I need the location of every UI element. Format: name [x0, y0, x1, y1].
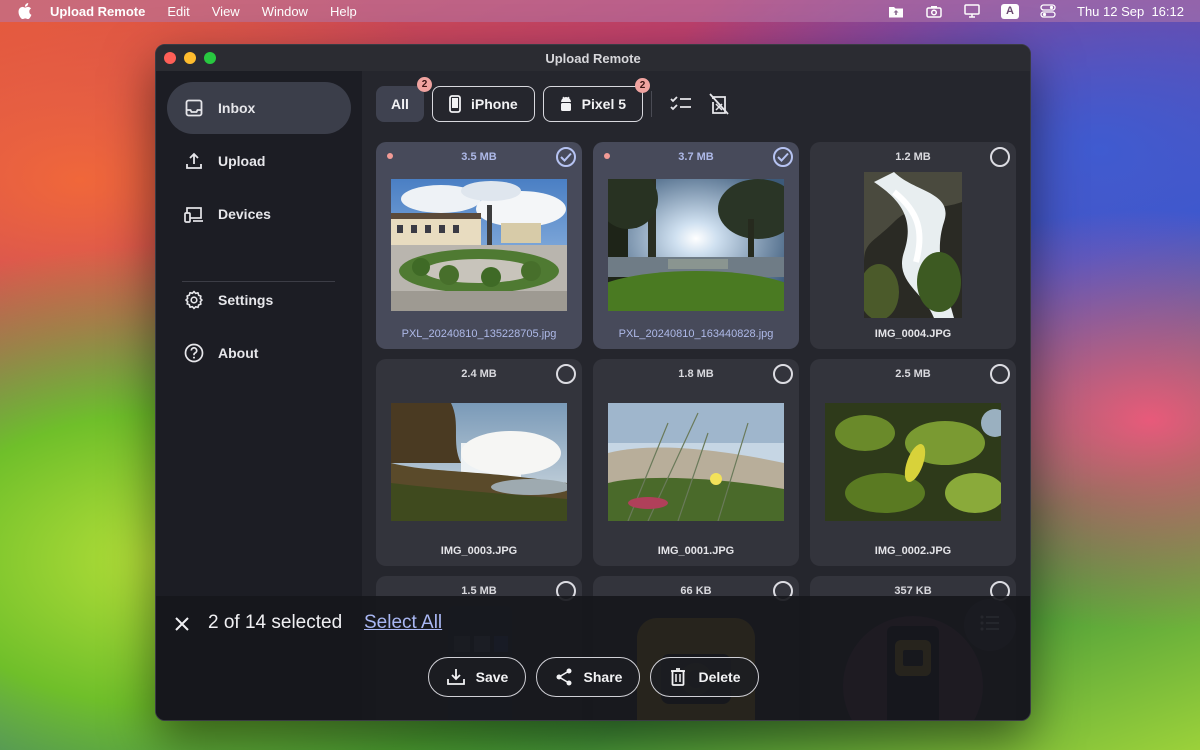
- file-size: 1.8 MB: [678, 368, 714, 380]
- file-name: PXL_20240810_163440828.jpg: [618, 328, 774, 340]
- menu-bar: Upload Remote Edit View Window Help A Th…: [0, 0, 1200, 22]
- delete-label: Delete: [698, 669, 741, 685]
- toolbar-divider: [651, 91, 653, 117]
- check-circle-icon[interactable]: [556, 147, 576, 167]
- file-name: IMG_0004.JPG: [874, 328, 952, 340]
- filter-all-label: All: [391, 96, 409, 112]
- trash-icon: [668, 667, 688, 687]
- selection-circle-icon[interactable]: [990, 147, 1010, 167]
- selection-circle-icon[interactable]: [990, 364, 1010, 384]
- sidebar-item-inbox[interactable]: Inbox: [167, 82, 351, 134]
- selection-circle-icon[interactable]: [773, 364, 793, 384]
- filter-pixel-chip[interactable]: Pixel 5 2: [542, 78, 651, 122]
- save-button[interactable]: Save: [428, 657, 526, 697]
- new-count-badge: 2: [635, 78, 651, 93]
- file-size: 1.2 MB: [895, 151, 931, 163]
- gear-icon: [184, 290, 204, 310]
- select-mode-icon[interactable]: [669, 92, 693, 116]
- sidebar-item-upload[interactable]: Upload: [167, 135, 351, 187]
- filter-bar: All 2 iPhone Pixel 5 2: [376, 77, 738, 122]
- sidebar-item-devices[interactable]: Devices: [167, 188, 351, 240]
- filter-iphone-label: iPhone: [471, 96, 518, 112]
- file-size: 3.5 MB: [461, 151, 497, 163]
- menu-app-name[interactable]: Upload Remote: [50, 4, 145, 19]
- menu-window[interactable]: Window: [262, 4, 308, 19]
- sidebar-item-label: Inbox: [218, 100, 256, 116]
- selection-action-bar: 2 of 14 selected Select All Save Share D…: [156, 596, 1030, 720]
- close-icon[interactable]: [172, 614, 192, 634]
- selection-circle-icon[interactable]: [556, 364, 576, 384]
- menu-edit[interactable]: Edit: [167, 4, 189, 19]
- download-icon: [446, 667, 466, 687]
- share-button[interactable]: Share: [536, 657, 640, 697]
- sidebar-item-label: About: [218, 345, 259, 361]
- menu-help[interactable]: Help: [330, 4, 357, 19]
- file-size: 2.5 MB: [895, 368, 931, 380]
- file-size: 3.7 MB: [678, 151, 714, 163]
- android-icon: [558, 95, 574, 113]
- filter-iphone-chip[interactable]: iPhone: [432, 86, 535, 122]
- phone-icon: [447, 95, 463, 113]
- app-window: Upload Remote Inbox Upload Devices Setti…: [155, 44, 1031, 721]
- photo-thumbnail: [391, 403, 567, 521]
- filter-pixel-label: Pixel 5: [581, 96, 627, 112]
- zoom-window-button[interactable]: [204, 52, 216, 64]
- sidebar-item-label: Devices: [218, 206, 271, 222]
- clock[interactable]: Thu 12 Sep 16:12: [1077, 4, 1184, 19]
- share-icon: [554, 667, 574, 687]
- photo-thumbnail: [864, 172, 962, 318]
- window-controls: [164, 52, 216, 64]
- select-all-link[interactable]: Select All: [364, 612, 442, 634]
- menu-view[interactable]: View: [212, 4, 240, 19]
- sidebar-item-label: Settings: [218, 292, 274, 308]
- devices-icon: [184, 204, 204, 224]
- photo-card[interactable]: 2.5 MB IMG_0002.JPG: [810, 359, 1016, 566]
- photo-card[interactable]: 1.2 MB IMG_0004.JPG: [810, 142, 1016, 349]
- photo-card[interactable]: 2.4 MB IMG_0003.JPG: [376, 359, 582, 566]
- window-title: Upload Remote: [545, 50, 641, 66]
- inbox-icon: [184, 98, 204, 118]
- close-window-button[interactable]: [164, 52, 176, 64]
- hide-seen-icon[interactable]: [707, 92, 731, 116]
- control-center-icon[interactable]: [1039, 4, 1057, 18]
- share-label: Share: [583, 669, 623, 685]
- photo-card[interactable]: 3.5 MB PXL_20240810_135228705.jpg: [376, 142, 582, 349]
- photo-thumbnail: [391, 179, 567, 311]
- photo-thumbnail: [608, 403, 784, 521]
- filter-all-chip[interactable]: All 2: [376, 77, 432, 122]
- sidebar-item-about[interactable]: About: [167, 327, 351, 379]
- selection-count: 2 of 14 selected: [208, 612, 343, 633]
- screen-mirroring-icon[interactable]: [963, 4, 981, 18]
- keyboard-input-indicator[interactable]: A: [1001, 3, 1020, 19]
- file-name: IMG_0001.JPG: [657, 545, 735, 557]
- camera-icon[interactable]: [925, 4, 943, 18]
- photo-card[interactable]: 3.7 MB PXL_20240810_163440828.jpg: [593, 142, 799, 349]
- file-name: PXL_20240810_135228705.jpg: [401, 328, 557, 340]
- help-circle-icon: [184, 343, 204, 363]
- file-size: 2.4 MB: [461, 368, 497, 380]
- minimize-window-button[interactable]: [184, 52, 196, 64]
- save-label: Save: [475, 669, 509, 685]
- file-name: IMG_0002.JPG: [874, 545, 952, 557]
- sidebar-item-settings[interactable]: Settings: [167, 274, 351, 326]
- title-bar: Upload Remote: [156, 45, 1030, 71]
- delete-button[interactable]: Delete: [650, 657, 759, 697]
- upload-icon: [184, 151, 204, 171]
- apple-logo-icon[interactable]: [18, 3, 32, 19]
- photo-card[interactable]: 1.8 MB IMG_0001.JPG: [593, 359, 799, 566]
- sidebar-item-label: Upload: [218, 153, 266, 169]
- folder-upload-icon[interactable]: [887, 4, 905, 18]
- photo-thumbnail: [608, 179, 784, 311]
- new-count-badge: 2: [417, 77, 432, 92]
- file-name: IMG_0003.JPG: [440, 545, 518, 557]
- check-circle-icon[interactable]: [773, 147, 793, 167]
- photo-thumbnail: [825, 403, 1001, 521]
